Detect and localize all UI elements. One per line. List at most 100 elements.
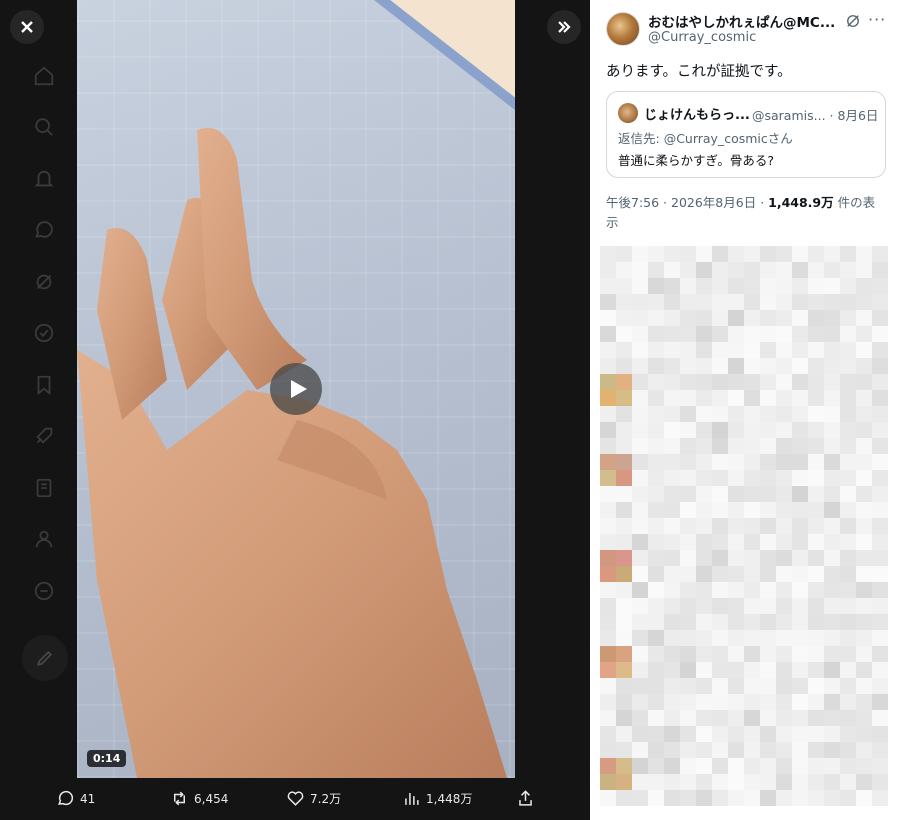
author-handle[interactable]: @Curray_cosmic (648, 30, 756, 45)
close-button[interactable] (10, 10, 44, 44)
mosaic-cell (712, 662, 728, 678)
mosaic-cell (856, 662, 872, 678)
mosaic-cell (824, 790, 840, 806)
mosaic-cell (712, 598, 728, 614)
mosaic-cell (664, 518, 680, 534)
mosaic-cell (824, 774, 840, 790)
mosaic-cell (728, 246, 744, 262)
mosaic-cell (760, 646, 776, 662)
mosaic-cell (664, 694, 680, 710)
mosaic-cell (648, 662, 664, 678)
mosaic-cell (648, 710, 664, 726)
quoted-reply-context: 返信先: @Curray_cosmicさん (618, 128, 793, 147)
mosaic-cell (792, 390, 808, 406)
mosaic-cell (776, 662, 792, 678)
mosaic-cell (744, 374, 760, 390)
mosaic-cell (680, 326, 696, 342)
mosaic-cell (632, 566, 648, 582)
mosaic-cell (712, 742, 728, 758)
mosaic-cell (792, 374, 808, 390)
mosaic-cell (680, 742, 696, 758)
collapse-panel-button[interactable] (547, 10, 581, 44)
mosaic-cell (632, 342, 648, 358)
mosaic-cell (792, 710, 808, 726)
mosaic-cell (792, 246, 808, 262)
mosaic-cell (792, 566, 808, 582)
share-button[interactable] (516, 789, 535, 808)
mosaic-cell (680, 486, 696, 502)
mosaic-cell (824, 262, 840, 278)
mosaic-cell (760, 278, 776, 294)
mosaic-cell (840, 438, 856, 454)
mosaic-cell (648, 406, 664, 422)
mosaic-cell (744, 534, 760, 550)
mosaic-cell (600, 406, 616, 422)
post-time[interactable]: 午後7:56 (606, 195, 659, 210)
grok-explain-button[interactable] (844, 12, 862, 30)
post-views-count: 1,448.9万 (768, 195, 834, 210)
mosaic-cell (680, 582, 696, 598)
mosaic-cell (648, 774, 664, 790)
mosaic-cell (776, 758, 792, 774)
mosaic-cell (616, 390, 632, 406)
mosaic-cell (728, 470, 744, 486)
mosaic-cell (600, 550, 616, 566)
mosaic-cell (664, 726, 680, 742)
author-name[interactable]: おむはやしかれぇぱん@MC... (648, 11, 838, 31)
mosaic-cell (856, 342, 872, 358)
mosaic-cell (648, 262, 664, 278)
mosaic-cell (744, 646, 760, 662)
mosaic-cell (712, 502, 728, 518)
mosaic-cell (792, 262, 808, 278)
more-options-icon[interactable]: ··· (868, 10, 886, 29)
mosaic-cell (776, 422, 792, 438)
mosaic-cell (712, 550, 728, 566)
quoted-post[interactable]: じょけんもらっ... @saramis... · 8月6日 返信先: @Curr… (606, 91, 886, 178)
views-button[interactable]: 1,448万 (402, 789, 472, 808)
mosaic-cell (632, 406, 648, 422)
mosaic-cell (712, 358, 728, 374)
mosaic-cell (776, 726, 792, 742)
mosaic-cell (856, 710, 872, 726)
mosaic-cell (776, 406, 792, 422)
mosaic-cell (616, 614, 632, 630)
mosaic-cell (664, 710, 680, 726)
mosaic-cell (872, 438, 888, 454)
mosaic-cell (632, 246, 648, 262)
mosaic-cell (632, 390, 648, 406)
author-avatar[interactable] (606, 12, 640, 46)
mosaic-cell (728, 710, 744, 726)
mosaic-cell (840, 262, 856, 278)
mosaic-cell (616, 246, 632, 262)
mosaic-cell (808, 566, 824, 582)
mosaic-cell (600, 310, 616, 326)
post-date[interactable]: 2026年8月6日 (671, 195, 756, 210)
mosaic-cell (712, 278, 728, 294)
mosaic-cell (776, 678, 792, 694)
mosaic-cell (648, 278, 664, 294)
mosaic-cell (696, 710, 712, 726)
mosaic-cell (824, 374, 840, 390)
mosaic-cell (680, 758, 696, 774)
mosaic-cell (600, 614, 616, 630)
mosaic-cell (872, 534, 888, 550)
reply-button[interactable]: 41 (56, 789, 95, 808)
mosaic-cell (840, 566, 856, 582)
mosaic-cell (856, 246, 872, 262)
mosaic-cell (792, 278, 808, 294)
like-button[interactable]: 7.2万 (286, 789, 341, 808)
mosaic-cell (744, 278, 760, 294)
play-button[interactable] (270, 363, 322, 415)
mosaic-cell (872, 518, 888, 534)
repost-button[interactable]: 6,454 (170, 789, 228, 808)
mosaic-cell (824, 758, 840, 774)
mosaic-cell (728, 742, 744, 758)
mosaic-cell (616, 550, 632, 566)
mosaic-cell (728, 758, 744, 774)
mosaic-cell (664, 790, 680, 806)
mosaic-cell (680, 246, 696, 262)
reply-mention[interactable]: @Curray_cosmic (664, 131, 768, 146)
mosaic-cell (808, 694, 824, 710)
mosaic-cell (744, 326, 760, 342)
mosaic-cell (824, 246, 840, 262)
